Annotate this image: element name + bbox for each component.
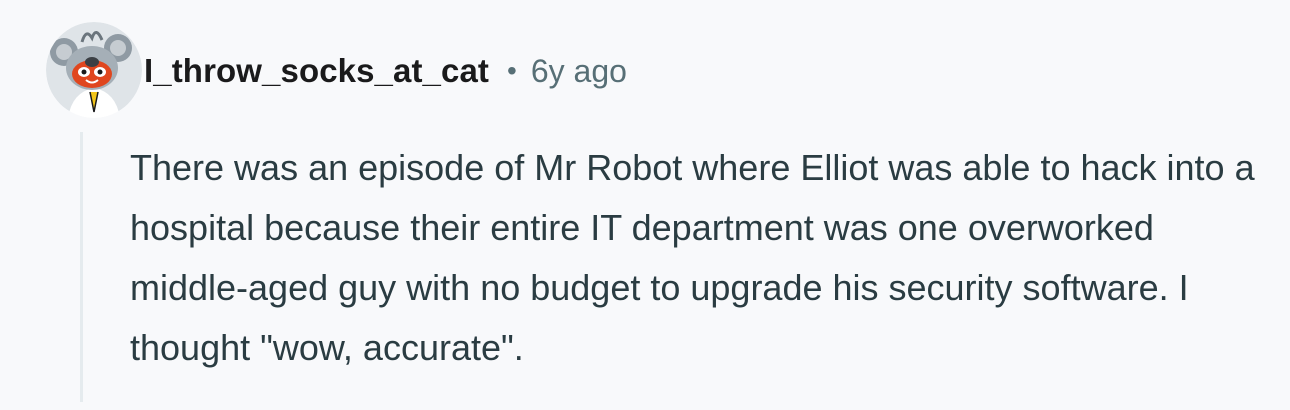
author-username[interactable]: I_throw_socks_at_cat [144,52,489,90]
avatar[interactable] [46,22,142,118]
comment: I_throw_socks_at_cat • 6y ago There was … [0,0,1290,410]
meta-separator: • [507,55,517,86]
snoo-avatar-icon [46,22,142,118]
thread-line[interactable] [80,132,83,402]
comment-meta: I_throw_socks_at_cat • 6y ago [144,48,627,94]
comment-text: There was an episode of Mr Robot where E… [130,147,1255,368]
comment-body: There was an episode of Mr Robot where E… [130,138,1270,378]
comment-timestamp[interactable]: 6y ago [531,53,627,90]
